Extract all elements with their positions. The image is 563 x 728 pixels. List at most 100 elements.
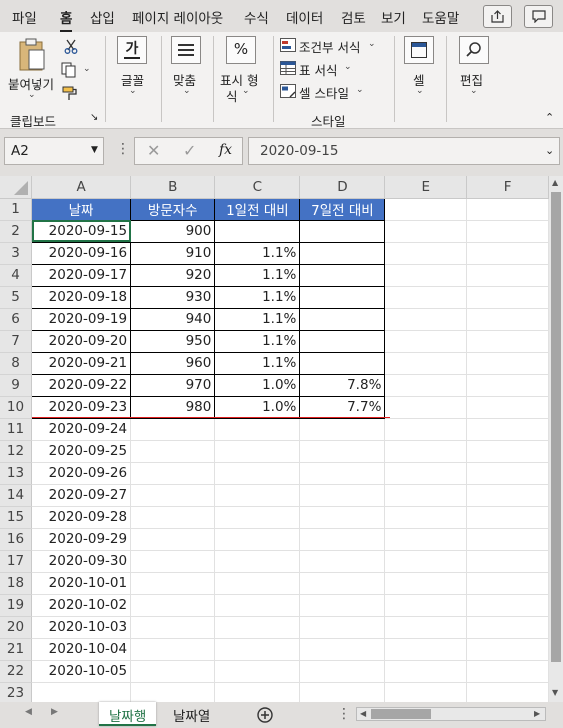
header-cell-7day[interactable]: 7일전 대비 (299, 197, 386, 221)
row-header[interactable]: 14 (0, 484, 32, 507)
visits-cell[interactable] (130, 572, 216, 595)
scroll-right-icon[interactable]: ▶ (534, 709, 540, 718)
empty-cell[interactable] (384, 352, 468, 375)
column-header-b[interactable]: B (130, 176, 216, 199)
visits-cell[interactable]: 940 (130, 307, 216, 331)
empty-cell[interactable] (466, 396, 549, 419)
enter-icon[interactable]: ✓ (183, 141, 196, 160)
date-cell[interactable]: 2020-09-26 (31, 462, 132, 485)
scroll-up-icon[interactable]: ▲ (552, 178, 558, 187)
date-cell[interactable]: 2020-09-21 (30, 351, 132, 375)
day1-change-cell[interactable]: 1.1% (214, 241, 301, 265)
date-cell[interactable]: 2020-09-16 (30, 241, 132, 265)
row-header[interactable]: 2 (0, 220, 32, 243)
visits-cell[interactable] (130, 638, 216, 661)
empty-cell[interactable] (384, 264, 468, 287)
date-cell[interactable]: 2020-10-02 (31, 594, 132, 617)
empty-cell[interactable] (466, 198, 549, 221)
empty-cell[interactable] (466, 660, 549, 683)
day7-change-cell[interactable] (299, 462, 386, 485)
add-sheet-icon[interactable] (257, 707, 273, 723)
visits-cell[interactable]: 920 (130, 263, 216, 287)
date-cell[interactable]: 2020-10-05 (31, 660, 132, 683)
date-cell[interactable]: 2020-10-03 (31, 616, 132, 639)
font-button[interactable]: 가 글꼴 ⌄ (110, 34, 156, 104)
day1-change-cell[interactable] (214, 440, 301, 463)
day7-change-cell[interactable] (299, 506, 386, 529)
row-header[interactable]: 12 (0, 440, 32, 463)
row-header[interactable]: 3 (0, 242, 32, 265)
day7-change-cell[interactable] (299, 285, 386, 309)
day1-change-cell[interactable] (214, 219, 301, 243)
tab-data[interactable]: 데이터 (286, 7, 323, 27)
visits-cell[interactable] (130, 616, 216, 639)
visits-cell[interactable]: 980 (130, 395, 216, 419)
column-header-e[interactable]: E (384, 176, 468, 199)
day1-change-cell[interactable] (214, 506, 301, 529)
day7-change-cell[interactable] (299, 660, 386, 683)
date-cell[interactable]: 2020-09-25 (31, 440, 132, 463)
header-cell-1day[interactable]: 1일전 대비 (214, 197, 301, 221)
conditional-formatting-button[interactable]: 조건부 서식 ⌄ (280, 36, 390, 56)
empty-cell[interactable] (384, 198, 468, 221)
empty-cell[interactable] (466, 374, 549, 397)
visits-cell[interactable] (130, 418, 216, 441)
day7-change-cell[interactable] (299, 528, 386, 551)
day1-change-cell[interactable]: 1.1% (214, 285, 301, 309)
paste-dropdown-icon[interactable]: ⌄ (28, 90, 36, 100)
format-as-table-button[interactable]: 표 서식 ⌄ (280, 59, 390, 79)
row-header[interactable]: 21 (0, 638, 32, 661)
date-cell[interactable]: 2020-09-23 (30, 395, 132, 419)
row-header[interactable]: 19 (0, 594, 32, 617)
visits-cell[interactable] (130, 594, 216, 617)
row-header[interactable]: 18 (0, 572, 32, 595)
day7-change-cell[interactable] (299, 329, 386, 353)
empty-cell[interactable] (384, 484, 468, 507)
visits-cell[interactable] (130, 484, 216, 507)
worksheet-grid[interactable]: A B C D E F 1 날짜 방문자수 1일전 대비 7일전 대비 2 202… (0, 176, 549, 702)
empty-cell[interactable] (466, 440, 549, 463)
clipboard-launcher-icon[interactable]: ↘ (90, 112, 98, 123)
empty-cell[interactable] (466, 528, 549, 551)
empty-cell[interactable] (384, 682, 468, 702)
date-cell[interactable]: 2020-09-17 (30, 263, 132, 287)
horizontal-scrollbar[interactable]: ◀ ▶ (356, 707, 546, 721)
column-header-c[interactable]: C (214, 176, 301, 199)
empty-cell[interactable] (384, 418, 468, 441)
empty-cell[interactable] (384, 550, 468, 573)
date-cell[interactable]: 2020-09-18 (30, 285, 132, 309)
day1-change-cell[interactable] (214, 594, 301, 617)
day1-change-cell[interactable]: 1.0% (214, 395, 301, 419)
day7-change-cell[interactable]: 7.7% (299, 395, 386, 419)
row-header[interactable]: 17 (0, 550, 32, 573)
empty-cell[interactable] (130, 682, 216, 702)
visits-cell[interactable]: 950 (130, 329, 216, 353)
column-header-a[interactable]: A (31, 176, 132, 199)
visits-cell[interactable]: 970 (130, 373, 216, 397)
empty-cell[interactable] (466, 572, 549, 595)
row-header[interactable]: 6 (0, 308, 32, 331)
empty-cell[interactable] (466, 506, 549, 529)
paste-button[interactable]: 붙여넣기 ⌄ (6, 36, 58, 102)
expand-formula-icon[interactable]: ⌄ (545, 144, 554, 157)
visits-cell[interactable] (130, 440, 216, 463)
empty-cell[interactable] (466, 308, 549, 331)
header-cell-visits[interactable]: 방문자수 (130, 197, 216, 221)
visits-cell[interactable] (130, 462, 216, 485)
prev-sheet-icon[interactable]: ◀ (25, 707, 32, 717)
day7-change-cell[interactable] (299, 594, 386, 617)
cell-styles-button[interactable]: 셀 스타일 ⌄ (280, 82, 390, 102)
day1-change-cell[interactable]: 1.1% (214, 263, 301, 287)
row-header[interactable]: 9 (0, 374, 32, 397)
next-sheet-icon[interactable]: ▶ (51, 707, 58, 717)
tab-page-layout[interactable]: 페이지 레이아웃 (132, 7, 223, 27)
cells-button[interactable]: 셀 ⌄ (398, 34, 442, 104)
empty-cell[interactable] (466, 330, 549, 353)
date-cell[interactable]: 2020-09-30 (31, 550, 132, 573)
empty-cell[interactable] (466, 286, 549, 309)
alignment-button[interactable]: 맞춤 ⌄ (165, 34, 209, 104)
empty-cell[interactable] (214, 682, 301, 702)
empty-cell[interactable] (384, 616, 468, 639)
tab-formulas[interactable]: 수식 (244, 7, 269, 27)
empty-cell[interactable] (384, 374, 468, 397)
